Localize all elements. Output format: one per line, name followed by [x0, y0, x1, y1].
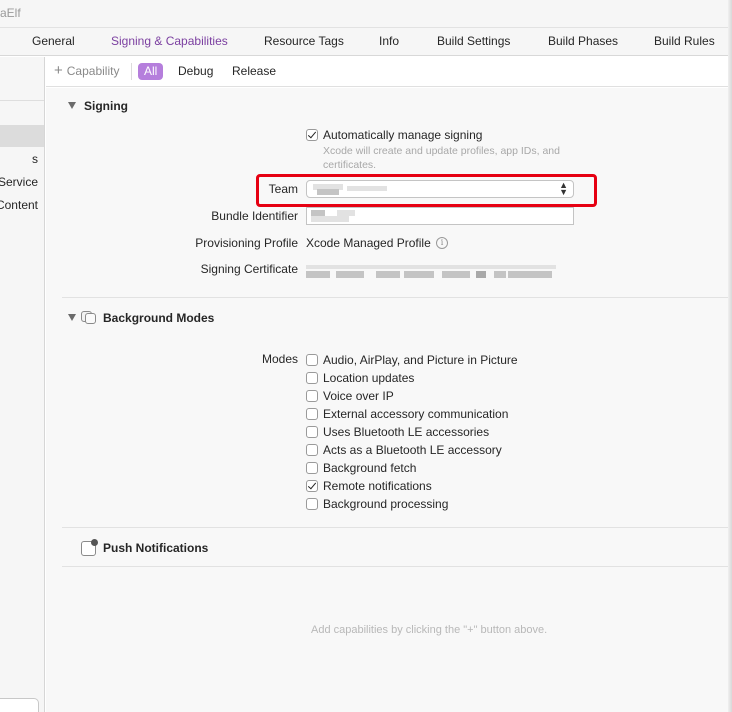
provisioning-profile-value: Xcode Managed Profile [306, 236, 431, 250]
background-mode-checkbox[interactable] [306, 498, 318, 510]
background-mode-checkbox[interactable] [306, 408, 318, 420]
targets-sidebar: s Service Content [0, 57, 45, 712]
background-mode-checkbox[interactable] [306, 444, 318, 456]
background-modes-disclosure-triangle-icon[interactable] [68, 314, 76, 321]
sidebar-item-service[interactable]: Service [0, 175, 38, 189]
background-mode-label: Remote notifications [323, 479, 432, 493]
toolbar-divider [131, 63, 132, 80]
team-redacted-mark [317, 189, 339, 195]
add-capability-label: Capability [66, 64, 120, 78]
background-mode-checkbox[interactable] [306, 372, 318, 384]
capabilities-content: Signing Automatically manage signing Xco… [46, 88, 732, 712]
background-mode-label: Acts as a Bluetooth LE accessory [323, 443, 502, 457]
auto-manage-signing-hint: Xcode will create and update profiles, a… [323, 145, 560, 171]
background-mode-label: Background processing [323, 497, 449, 511]
background-mode-checkbox[interactable] [306, 462, 318, 474]
push-notifications-section-title: Push Notifications [103, 541, 209, 555]
section-divider [62, 527, 732, 528]
section-divider [62, 297, 732, 298]
capabilities-toolbar: + Capability All Debug Release [46, 57, 732, 87]
bundle-redacted-mark [337, 210, 355, 216]
filter-all[interactable]: All [138, 63, 164, 80]
window-title: aElf [0, 6, 21, 20]
provisioning-profile-label: Provisioning Profile [195, 236, 298, 250]
background-modes-icon [81, 310, 97, 324]
background-mode-label: Uses Bluetooth LE accessories [323, 425, 490, 439]
background-mode-checkbox[interactable] [306, 354, 318, 366]
title-bar: aElf [0, 0, 732, 28]
section-divider [62, 566, 732, 567]
push-notifications-icon [81, 539, 98, 556]
background-mode-label: Location updates [323, 371, 415, 385]
filter-release[interactable]: Release [226, 63, 282, 80]
up-down-chevron-icon: ▲ ▼ [559, 180, 568, 197]
background-mode-label: Background fetch [323, 461, 417, 475]
auto-manage-signing-label: Automatically manage signing [323, 128, 483, 142]
background-mode-label: External accessory communication [323, 407, 509, 421]
certificate-redacted-mark [306, 271, 330, 278]
team-redacted-mark [347, 186, 387, 191]
tab-build-rules[interactable]: Build Rules [654, 34, 715, 48]
editor-tab-bar: General Signing & Capabilities Resource … [0, 28, 732, 56]
sidebar-item-content[interactable]: Content [0, 198, 38, 212]
background-mode-label: Voice over IP [323, 389, 394, 403]
background-modes-section-title: Background Modes [103, 311, 215, 325]
background-mode-checkbox[interactable] [306, 390, 318, 402]
tab-general[interactable]: General [32, 34, 75, 48]
team-label: Team [268, 182, 298, 196]
plus-icon: + [54, 62, 63, 79]
info-icon[interactable]: i [436, 237, 448, 249]
tab-info[interactable]: Info [379, 34, 399, 48]
sidebar-filter-field[interactable] [0, 698, 39, 712]
background-mode-checkbox[interactable] [306, 426, 318, 438]
certificate-redacted-mark [376, 271, 400, 278]
certificate-redacted-mark [336, 271, 364, 278]
tab-build-settings[interactable]: Build Settings [437, 34, 510, 48]
tab-signing-capabilities[interactable]: Signing & Capabilities [111, 34, 228, 48]
certificate-redacted-mark [404, 271, 434, 278]
team-select[interactable]: ▲ ▼ [306, 180, 574, 198]
bundle-identifier-label: Bundle Identifier [211, 209, 298, 223]
bundle-identifier-field[interactable] [306, 207, 574, 225]
filter-debug[interactable]: Debug [172, 63, 219, 80]
signing-certificate-label: Signing Certificate [200, 262, 298, 276]
background-mode-checkbox[interactable] [306, 480, 318, 492]
background-mode-label: Audio, AirPlay, and Picture in Picture [323, 353, 518, 367]
push-notifications-dot [91, 539, 98, 546]
certificate-redacted-mark [442, 271, 470, 278]
certificate-redacted-mark [494, 271, 506, 278]
sidebar-separator [0, 100, 44, 101]
auto-manage-signing-checkbox[interactable] [306, 129, 318, 141]
sidebar-item-1[interactable]: s [32, 152, 38, 166]
tab-resource-tags[interactable]: Resource Tags [264, 34, 344, 48]
window-edge [728, 0, 732, 712]
capabilities-editor: + Capability All Debug Release Signing A… [46, 57, 732, 712]
bundle-redacted-mark [311, 216, 349, 222]
add-capability-button[interactable]: + Capability [54, 62, 120, 79]
certificate-redacted-mark [508, 271, 552, 278]
add-capabilities-hint: Add capabilities by clicking the "+" but… [311, 624, 548, 636]
signing-disclosure-triangle-icon[interactable] [68, 102, 76, 109]
tab-build-phases[interactable]: Build Phases [548, 34, 618, 48]
sidebar-item-selected[interactable] [0, 125, 44, 147]
certificate-redacted-mark [476, 271, 486, 278]
signing-section-title: Signing [84, 99, 128, 113]
modes-label: Modes [261, 352, 298, 366]
certificate-redacted-mark [306, 265, 556, 269]
